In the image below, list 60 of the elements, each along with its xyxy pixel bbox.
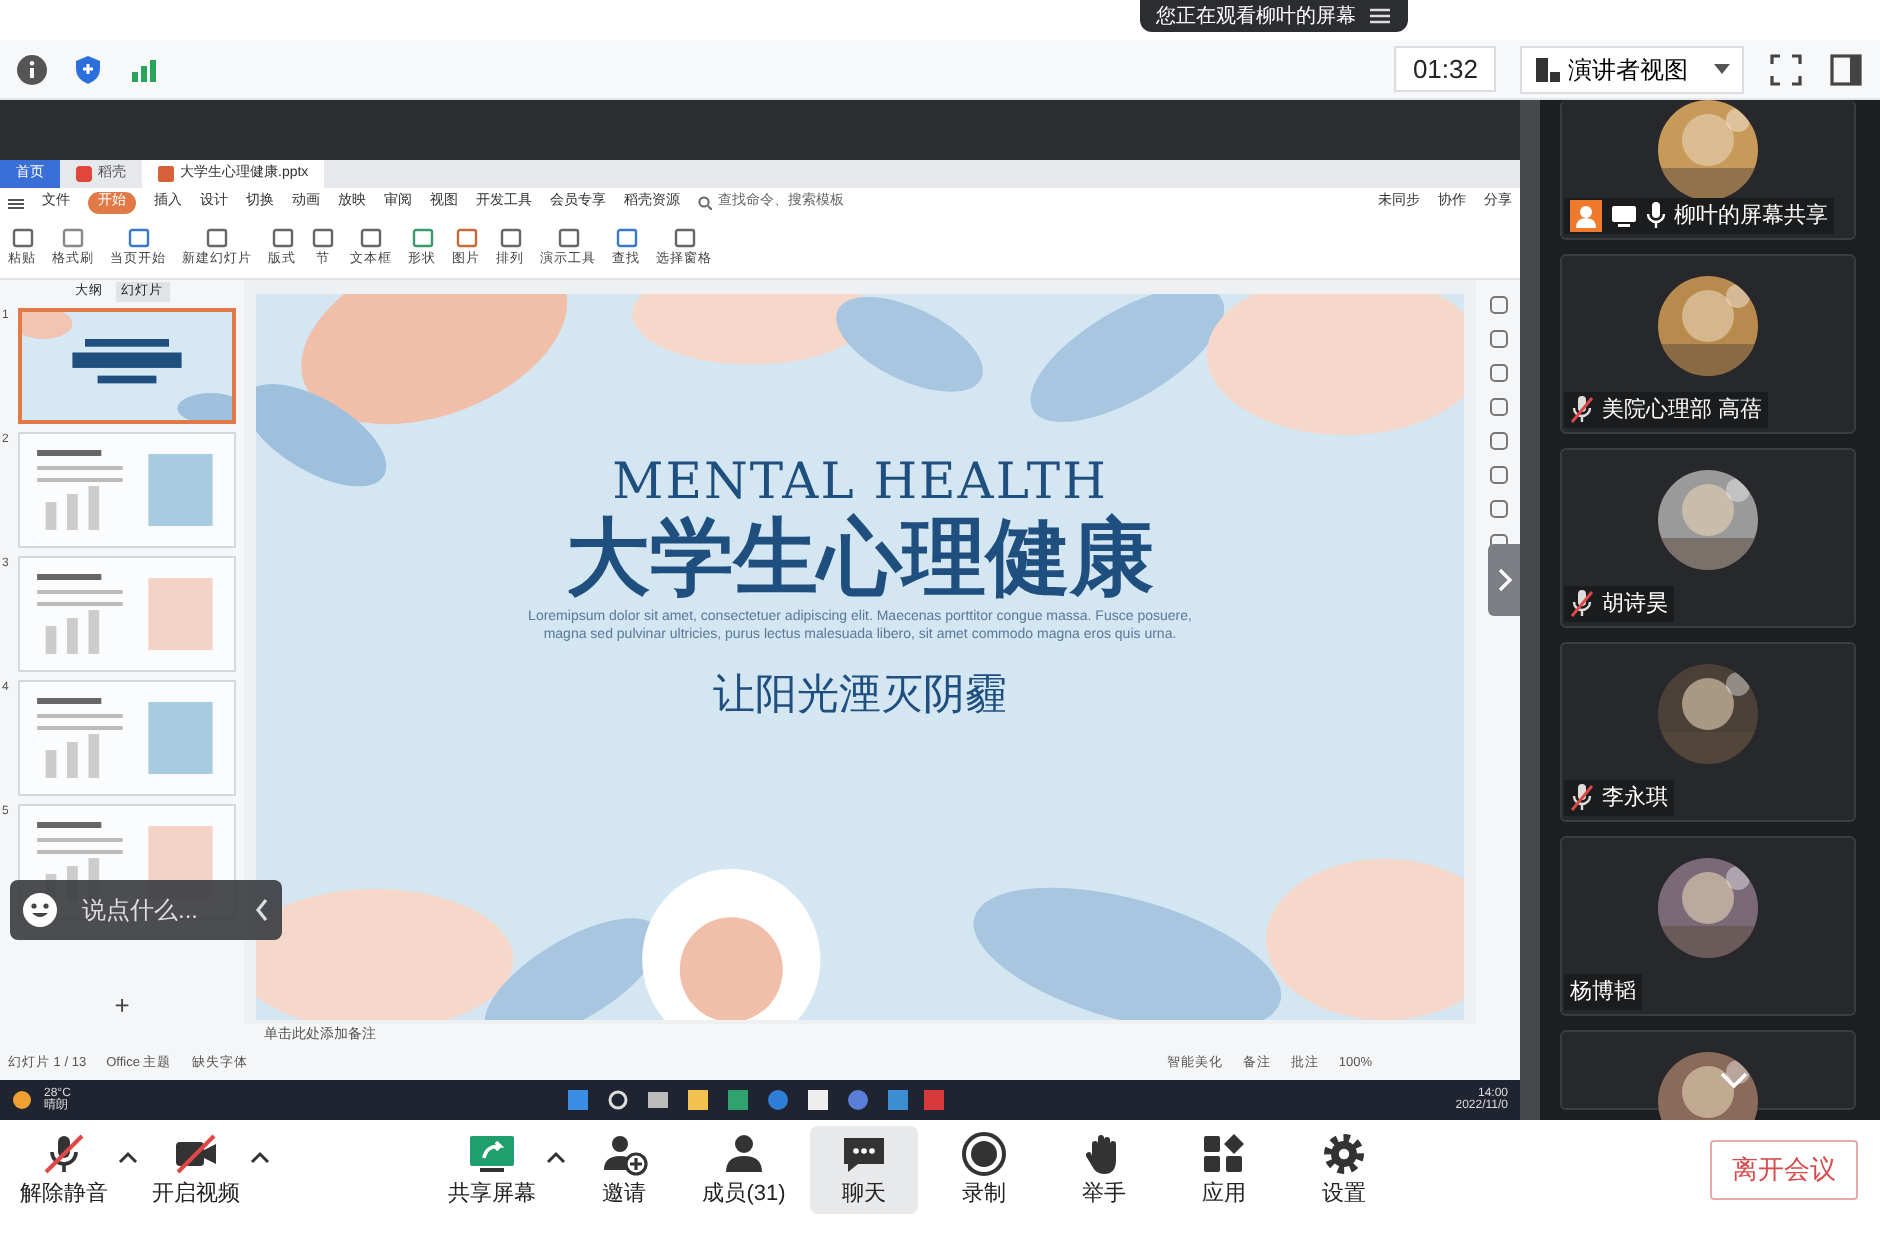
meeting-timer: 01:32	[1394, 45, 1496, 93]
participant-name: 杨博韬	[1570, 977, 1636, 1007]
panel-toggle-handle[interactable]	[1488, 544, 1520, 616]
menu-icon[interactable]	[8, 197, 24, 209]
tool-icon	[411, 227, 433, 248]
view-dropdown[interactable]: 演讲者视图	[1520, 45, 1744, 93]
emoji-icon[interactable]	[22, 892, 58, 928]
settings-button[interactable]: 设置	[1290, 1126, 1398, 1214]
tool-icon	[127, 227, 149, 248]
record-button[interactable]: 录制	[930, 1126, 1038, 1214]
members-button[interactable]: 成员(31)	[690, 1126, 798, 1214]
chevron-down-icon[interactable]	[1718, 1069, 1750, 1090]
leave-meeting-button[interactable]: 离开会议	[1710, 1140, 1858, 1200]
sidebar-icon[interactable]	[1828, 51, 1864, 87]
mic-icon	[1646, 201, 1666, 230]
sun-icon	[12, 1090, 32, 1110]
muted-mic-icon	[1570, 783, 1594, 812]
tool-icon	[11, 227, 33, 248]
tool-icon	[312, 227, 334, 248]
tool-icon	[271, 227, 293, 248]
collapse-icon[interactable]	[254, 898, 270, 922]
shield-icon[interactable]	[72, 53, 104, 85]
docer-icon	[76, 166, 92, 182]
participant-name: 李永琪	[1602, 783, 1668, 813]
tool-icon	[360, 227, 382, 248]
slide-thumbnail[interactable]	[18, 308, 236, 424]
notice-text: 您正在观看柳叶的屏幕	[1156, 3, 1356, 31]
participant-name: 美院心理部 高蓓	[1602, 395, 1763, 425]
slide-subtitle: 让阳光湮灭阴霾	[713, 670, 1007, 723]
apps-button[interactable]: 应用	[1170, 1126, 1278, 1214]
video-button[interactable]: 开启视频	[142, 1126, 250, 1214]
mic-button[interactable]: 解除静音	[10, 1126, 118, 1214]
slide-eyebrow: MENTAL HEALTH	[612, 454, 1108, 509]
share-button[interactable]: 共享屏幕	[438, 1126, 546, 1214]
caret-icon[interactable]	[250, 1149, 270, 1166]
muted-mic-icon	[1570, 589, 1594, 618]
chat-input-field[interactable]: 说点什么...	[82, 892, 242, 928]
invite-button[interactable]: 邀请	[570, 1126, 678, 1214]
tool-icon	[499, 227, 521, 248]
tool-icon	[206, 227, 228, 248]
fullscreen-icon[interactable]	[1768, 51, 1804, 87]
tool-icon	[673, 227, 695, 248]
search-icon	[698, 196, 712, 210]
caret-icon[interactable]	[118, 1149, 138, 1166]
hand-button[interactable]: 举手	[1050, 1126, 1158, 1214]
tool-icon	[62, 227, 84, 248]
tool-icon	[557, 227, 579, 248]
info-icon[interactable]	[16, 53, 48, 85]
add-slide-button[interactable]: +	[114, 989, 130, 1019]
participant-name: 胡诗昊	[1602, 589, 1668, 619]
chat-button[interactable]: 聊天	[810, 1126, 918, 1214]
slide-title: 大学生心理健康	[566, 509, 1154, 606]
tool-icon	[455, 227, 477, 248]
participant-name: 柳叶的屏幕共享	[1674, 201, 1828, 231]
layout-icon	[1534, 55, 1562, 83]
caret-icon[interactable]	[546, 1149, 566, 1166]
presentation-icon	[158, 166, 174, 182]
tool-icon	[615, 227, 637, 248]
caret-down-icon	[1714, 63, 1730, 75]
muted-mic-icon	[1570, 395, 1594, 424]
